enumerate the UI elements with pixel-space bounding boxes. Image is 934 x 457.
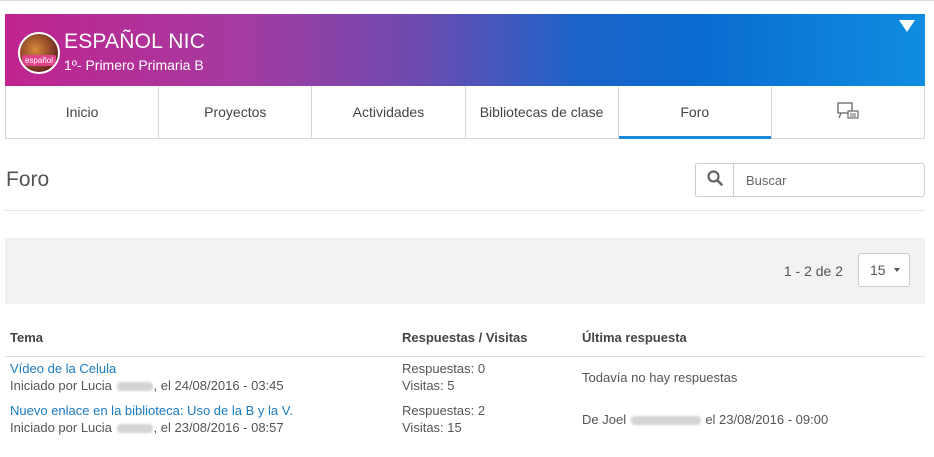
topic-link[interactable]: Vídeo de la Celula (10, 361, 116, 376)
started-by-text: Iniciado por Lucia (10, 378, 112, 393)
header-ultima-respuesta[interactable]: Última respuesta (582, 330, 687, 345)
search-box (695, 163, 925, 197)
search-input[interactable] (734, 164, 924, 196)
tab-classroom[interactable] (772, 86, 924, 138)
visits-count: Visitas: 5 (402, 378, 455, 393)
tab-bibliotecas[interactable]: Bibliotecas de clase (466, 86, 619, 138)
page-size-select[interactable]: 15 (858, 253, 910, 287)
tab-foro[interactable]: Foro (618, 86, 772, 139)
tab-proyectos[interactable]: Proyectos (159, 86, 313, 138)
table-header-divider (5, 356, 925, 357)
topic-started-by: Iniciado por Lucia , el 23/08/2016 - 08:… (10, 420, 284, 435)
last-reply-date: el 23/08/2016 - 09:00 (705, 412, 829, 427)
header-respuestas-visitas[interactable]: Respuestas / Visitas (402, 330, 528, 345)
course-title: ESPAÑOL NIC (64, 30, 206, 53)
last-reply: De Joel el 23/08/2016 - 09:00 (582, 412, 828, 427)
tab-actividades[interactable]: Actividades (312, 86, 466, 138)
redacted-name (630, 416, 701, 426)
course-avatar: español (18, 32, 60, 74)
started-by-text: Iniciado por Lucia (10, 420, 112, 435)
replies-count: Respuestas: 2 (402, 403, 486, 418)
course-tabs: Inicio Proyectos Actividades Bibliotecas… (5, 86, 925, 139)
redacted-name (116, 382, 153, 392)
page-size-value: 15 (870, 262, 886, 278)
page-title: Foro (6, 168, 50, 191)
pagination-bar: 1 - 2 de 2 15 (5, 238, 925, 304)
replies-count: Respuestas: 0 (402, 361, 486, 376)
redacted-name (116, 424, 153, 434)
avatar-tag: español (22, 55, 56, 66)
chevron-down-icon (893, 268, 900, 272)
header-tema[interactable]: Tema (10, 330, 43, 345)
topic-started-by: Iniciado por Lucia , el 24/08/2016 - 03:… (10, 378, 284, 393)
topic-link[interactable]: Nuevo enlace en la biblioteca: Uso de la… (10, 403, 293, 418)
divider (5, 210, 925, 211)
visits-count: Visitas: 15 (402, 420, 462, 435)
last-reply-author: De Joel (582, 412, 627, 427)
banner-dropdown-icon[interactable] (899, 20, 915, 32)
tab-inicio[interactable]: Inicio (6, 86, 160, 138)
course-banner: español ESPAÑOL NIC 1º- Primero Primaria… (5, 14, 925, 86)
course-subtitle: 1º- Primero Primaria B (64, 57, 204, 73)
classroom-icon (836, 101, 860, 123)
top-border (0, 0, 934, 1)
last-reply: Todavía no hay respuestas (582, 370, 738, 385)
search-icon (706, 169, 723, 191)
started-date: , el 24/08/2016 - 03:45 (153, 378, 284, 393)
started-date: , el 23/08/2016 - 08:57 (153, 420, 284, 435)
pagination-count: 1 - 2 de 2 (783, 263, 843, 279)
search-button[interactable] (696, 164, 734, 196)
